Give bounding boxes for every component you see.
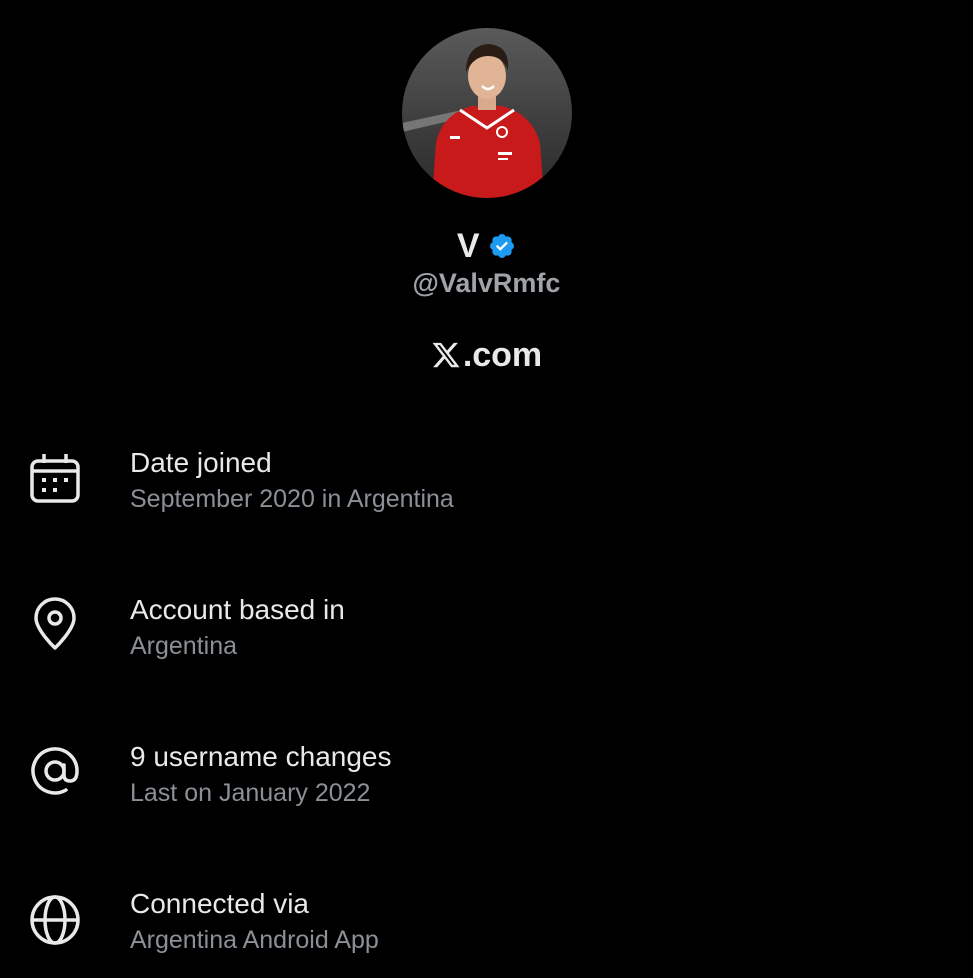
info-value: Argentina bbox=[130, 632, 238, 660]
display-name: V bbox=[456, 226, 481, 265]
info-label: Date joined bbox=[130, 447, 272, 478]
info-value: Argentina Android App bbox=[130, 926, 379, 954]
user-handle: @ValvRmfc bbox=[412, 268, 561, 298]
info-label: Connected via bbox=[130, 888, 310, 919]
verified-badge-icon bbox=[488, 232, 516, 260]
info-value: Last on January 2022 bbox=[130, 779, 371, 807]
info-label: 9 username changes bbox=[130, 741, 392, 772]
info-item-connected-via: Connected via Argentina Android App bbox=[0, 888, 973, 978]
location-pin-icon bbox=[27, 596, 83, 652]
source-domain: .com bbox=[462, 335, 543, 374]
info-item-date-joined: Date joined September 2020 in Argentina bbox=[0, 447, 973, 537]
info-value: September 2020 in Argentina bbox=[130, 485, 454, 513]
at-sign-icon bbox=[27, 743, 83, 799]
name-row: V bbox=[0, 222, 973, 270]
info-label: Account based in bbox=[130, 594, 345, 625]
source-link[interactable]: .com bbox=[0, 332, 973, 378]
info-item-username-changes: 9 username changes Last on January 2022 bbox=[0, 741, 973, 831]
info-item-account-based-in: Account based in Argentina bbox=[0, 594, 973, 684]
profile-avatar[interactable] bbox=[402, 28, 572, 198]
globe-icon bbox=[27, 890, 83, 946]
x-logo-icon bbox=[431, 340, 461, 370]
calendar-icon bbox=[27, 449, 83, 505]
avatar-image bbox=[402, 28, 572, 198]
